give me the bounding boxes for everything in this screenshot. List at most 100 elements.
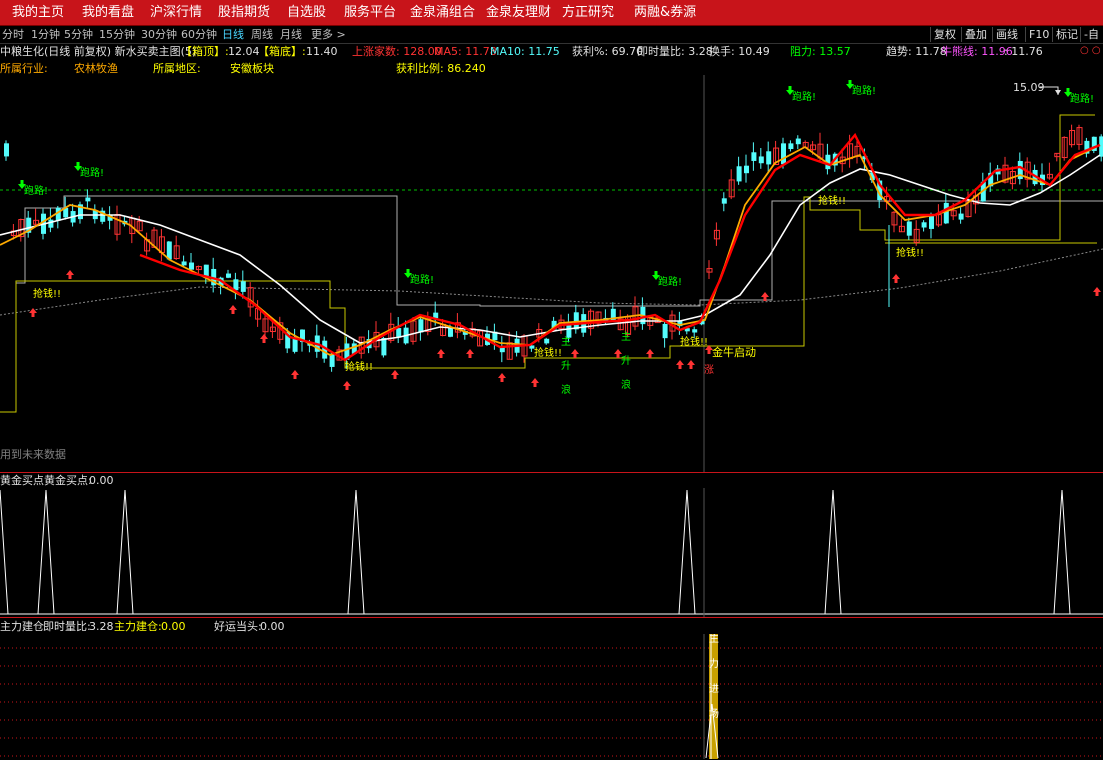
toolbar-button-5[interactable]: -自 bbox=[1080, 27, 1102, 42]
candle-body bbox=[48, 219, 54, 228]
candle-body bbox=[766, 151, 772, 165]
nav-item-7[interactable]: 金泉友理财 bbox=[486, 0, 551, 25]
period-tab-1[interactable]: 1分钟 bbox=[31, 27, 60, 42]
candle-body bbox=[921, 222, 927, 228]
candle-body bbox=[692, 329, 698, 333]
buy-arrow-icon bbox=[466, 349, 474, 358]
candle-body bbox=[929, 215, 934, 229]
candle-body bbox=[448, 327, 453, 337]
nav-item-9[interactable]: 两融&券源 bbox=[634, 0, 696, 25]
candle-body bbox=[381, 337, 387, 356]
region-value: 安徽板块 bbox=[230, 62, 274, 75]
candle-body bbox=[418, 319, 424, 333]
golden-buy-chart[interactable] bbox=[0, 488, 1103, 618]
box-bottom-value: 11.40 bbox=[306, 45, 338, 58]
period-toolbar: 分时 1分钟 5分钟 15分钟 30分钟 60分钟 日线 周线 月线 更多 > 复权 叠加 画线 F10 标… bbox=[0, 26, 1103, 44]
candle-body bbox=[662, 323, 668, 339]
limit-label: 涨 bbox=[704, 364, 714, 376]
buy-arrow-icon bbox=[391, 370, 399, 379]
nav-item-6[interactable]: 金泉涌组合 bbox=[410, 0, 475, 25]
grab-label: 抢钱!! bbox=[896, 246, 924, 259]
toolbar-button-3[interactable]: F10 bbox=[1025, 27, 1052, 42]
nav-item-3[interactable]: 股指期货 bbox=[218, 0, 270, 25]
main-wave-label: 升 bbox=[621, 355, 631, 367]
toolbar-button-2[interactable]: 画线 bbox=[992, 27, 1021, 42]
buy-arrow-icon bbox=[676, 360, 684, 369]
box-top-label: 【箱顶】: bbox=[181, 45, 229, 58]
main-build-chart[interactable]: 主力进场 bbox=[0, 634, 1103, 759]
golden-buy-line bbox=[0, 489, 1103, 615]
buy-arrow-icon bbox=[437, 349, 445, 358]
toolbar-button-4[interactable]: 标记 bbox=[1052, 27, 1081, 42]
ma-orange-line bbox=[0, 144, 1101, 356]
candle-body bbox=[181, 261, 187, 266]
build-label: 主力建仓: bbox=[114, 620, 162, 633]
industry-label: 所属行业: bbox=[0, 62, 48, 75]
candle-body bbox=[781, 143, 786, 165]
period-tab-5[interactable]: 60分钟 bbox=[181, 27, 217, 42]
toolbar-button-1[interactable]: 叠加 bbox=[961, 27, 990, 42]
period-tab-2[interactable]: 5分钟 bbox=[64, 27, 93, 42]
golden-buy-value: 0.00 bbox=[89, 474, 114, 487]
period-tab-0[interactable]: 分时 bbox=[2, 27, 24, 42]
bull-bear-line-2: : 11.76 bbox=[1004, 45, 1043, 58]
nav-item-1[interactable]: 我的看盘 bbox=[82, 0, 134, 25]
inflow-bar bbox=[709, 634, 718, 759]
ma10-value: MA10: 11.75 bbox=[490, 45, 560, 58]
main-wave-label: 主 bbox=[621, 331, 631, 343]
nav-item-4[interactable]: 自选股 bbox=[287, 0, 326, 25]
golden-buy-title: 黄金买点 bbox=[0, 474, 44, 487]
candle-body bbox=[544, 338, 550, 344]
volume-ratio: 即时量比: 3.28 bbox=[637, 45, 713, 58]
buy-arrow-icon bbox=[229, 305, 237, 314]
long-trend-line bbox=[0, 248, 1103, 316]
panel-divider bbox=[0, 472, 1103, 473]
luck-value: 0.00 bbox=[260, 620, 285, 633]
stock-title: 中粮生化(日线 前复权) 新水买卖主图(5) bbox=[0, 45, 197, 58]
kline-chart[interactable]: 跑路! 跑路! 跑路! 跑路! 跑路! 跑路! 跑路! 抢钱!! 抢钱!! 抢钱!! 抢钱!! 抢钱!… bbox=[0, 75, 1103, 475]
candle-body bbox=[4, 143, 9, 157]
period-tab-7[interactable]: 周线 bbox=[251, 27, 273, 42]
build-value: 0.00 bbox=[161, 620, 186, 633]
inflow-label: 主 bbox=[709, 634, 719, 645]
candle-body bbox=[396, 328, 402, 337]
run-label: 跑路! bbox=[410, 273, 434, 286]
candle-body bbox=[758, 156, 764, 164]
period-tab-3[interactable]: 15分钟 bbox=[99, 27, 135, 42]
period-tab-9[interactable]: 更多 > bbox=[311, 27, 346, 42]
buy-arrow-icon bbox=[260, 334, 268, 343]
nav-item-8[interactable]: 方正研究 bbox=[562, 0, 614, 25]
circle-icon[interactable]: ○ ○ bbox=[1080, 45, 1101, 57]
top-nav: 我的主页 我的看盘 沪深行情 股指期货 自选股 服务平台 金泉涌组合 金泉友理财 方正研究 两融&… bbox=[0, 0, 1103, 26]
profit-ratio: 获利比例: 86.240 bbox=[396, 62, 486, 75]
period-tab-4[interactable]: 30分钟 bbox=[141, 27, 177, 42]
candle-body bbox=[203, 264, 209, 277]
golden-bull-start-label: 金牛启动 bbox=[712, 345, 756, 359]
grab-label: 抢钱!! bbox=[680, 335, 708, 348]
main-wave-label: 主 bbox=[561, 336, 571, 348]
main-build-title: 主力建仓 bbox=[0, 620, 44, 633]
main-wave-label: 浪 bbox=[561, 383, 571, 396]
ma5-value: MA5: 11.78 bbox=[434, 45, 497, 58]
trend: 趋势: 11.78 bbox=[886, 45, 947, 58]
box-top-line bbox=[0, 195, 1103, 413]
buy-arrow-icon bbox=[343, 381, 351, 390]
run-label: 跑路! bbox=[852, 84, 876, 97]
period-tab-8[interactable]: 月线 bbox=[280, 27, 302, 42]
buy-arrow-icon bbox=[498, 373, 506, 382]
up-count: 上涨家数: 128.00 bbox=[352, 45, 442, 58]
run-label: 跑路! bbox=[80, 166, 104, 179]
period-tab-6[interactable]: 日线 bbox=[222, 27, 244, 42]
candle-body bbox=[958, 213, 964, 220]
inflow-label: 进 bbox=[709, 683, 719, 695]
nav-item-0[interactable]: 我的主页 bbox=[12, 0, 64, 25]
future-data-note: 用到未来数据 bbox=[0, 448, 66, 461]
toolbar-button-0[interactable]: 复权 bbox=[930, 27, 959, 42]
run-label: 跑路! bbox=[658, 275, 682, 288]
nav-item-5[interactable]: 服务平台 bbox=[344, 0, 396, 25]
buy-arrow-icon bbox=[531, 378, 539, 387]
main-wave-label: 升 bbox=[561, 360, 571, 372]
luck-label: 好运当头: bbox=[214, 620, 262, 633]
nav-item-2[interactable]: 沪深行情 bbox=[150, 0, 202, 25]
peak-price-label: 15.09 bbox=[1013, 81, 1045, 94]
